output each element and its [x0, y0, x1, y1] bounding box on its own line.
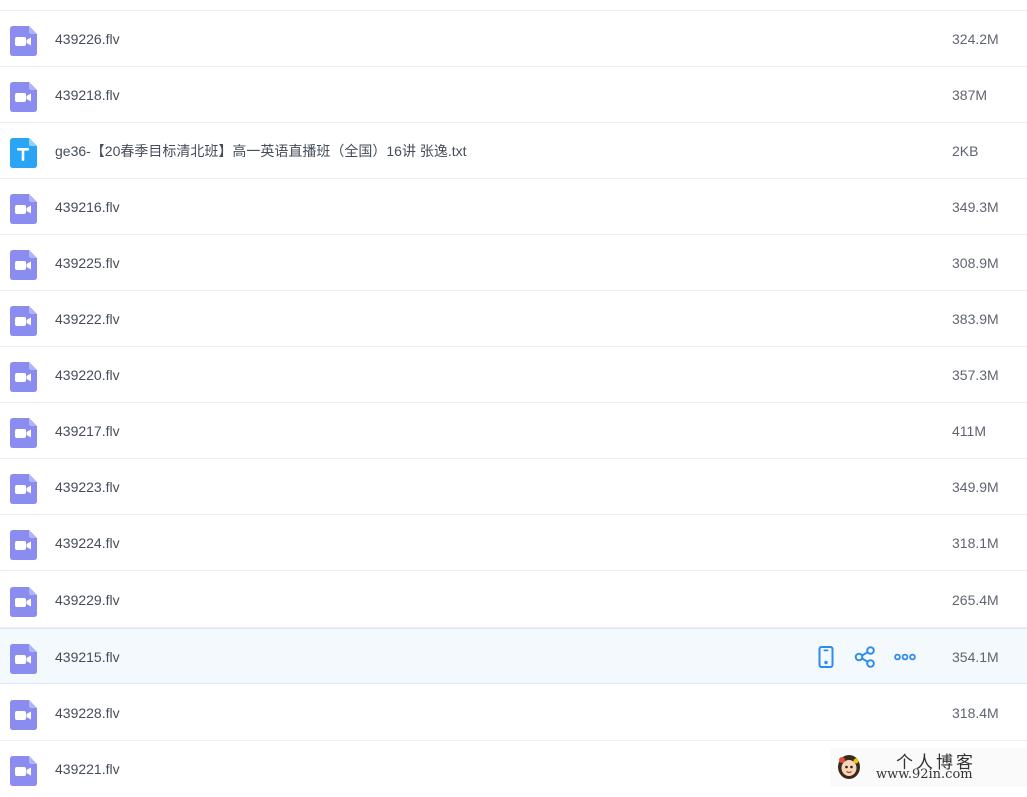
- file-size: 354.1M: [952, 649, 999, 665]
- file-size: 411M: [952, 423, 986, 439]
- watermark: 个人博客 www.92in.com: [830, 748, 1027, 787]
- file-list: 439226.flv 324.2M 439218.flv 387M ge36-【…: [0, 0, 1027, 787]
- file-row[interactable]: 439224.flv 318.1M: [0, 515, 1027, 571]
- file-name[interactable]: 439216.flv: [55, 179, 120, 235]
- file-row[interactable]: 439225.flv 308.9M: [0, 235, 1027, 291]
- file-size: 357.3M: [952, 367, 999, 383]
- video-file-icon: [10, 82, 37, 112]
- file-size: 318.4M: [952, 705, 999, 721]
- file-size: 318.1M: [952, 535, 999, 551]
- file-name[interactable]: 439226.flv: [55, 11, 120, 67]
- file-name[interactable]: 439220.flv: [55, 347, 120, 403]
- file-row[interactable]: 439220.flv 357.3M: [0, 347, 1027, 403]
- file-row[interactable]: 439217.flv 411M: [0, 403, 1027, 459]
- file-row[interactable]: 439218.flv 387M: [0, 67, 1027, 123]
- file-size: 265.4M: [952, 592, 999, 608]
- file-name[interactable]: 439221.flv: [55, 741, 120, 797]
- file-name[interactable]: 439225.flv: [55, 235, 120, 291]
- video-file-icon: [10, 418, 37, 448]
- phone-icon[interactable]: [814, 646, 838, 668]
- file-row[interactable]: 439222.flv 383.9M: [0, 291, 1027, 347]
- watermark-url: www.92in.com: [876, 767, 973, 782]
- file-size: 324.2M: [952, 31, 999, 47]
- file-name[interactable]: 439215.flv: [55, 629, 120, 685]
- video-file-icon: [10, 194, 37, 224]
- video-file-icon: [10, 306, 37, 336]
- text-file-icon: [10, 138, 37, 168]
- file-name[interactable]: 439218.flv: [55, 67, 120, 123]
- video-file-icon: [10, 644, 37, 674]
- file-row[interactable]: 439229.flv 265.4M: [0, 572, 1027, 628]
- file-row[interactable]: 439216.flv 349.3M: [0, 179, 1027, 235]
- video-file-icon: [10, 26, 37, 56]
- video-file-icon: [10, 530, 37, 560]
- file-name[interactable]: 439229.flv: [55, 572, 120, 628]
- file-size: 349.9M: [952, 479, 999, 495]
- share-icon[interactable]: [853, 646, 877, 668]
- file-size: 383.9M: [952, 311, 999, 327]
- file-name[interactable]: 439217.flv: [55, 403, 120, 459]
- more-icon[interactable]: [893, 646, 917, 668]
- file-name[interactable]: 439222.flv: [55, 291, 120, 347]
- file-size: 387M: [952, 87, 988, 103]
- file-row-hovered[interactable]: 439215.flv 354.1M: [0, 628, 1027, 684]
- avatar-icon: [836, 752, 862, 780]
- video-file-icon: [10, 362, 37, 392]
- file-row[interactable]: ge36-【20春季目标清北班】高一英语直播班（全国）16讲 张逸.txt 2K…: [0, 123, 1027, 179]
- file-name[interactable]: 439228.flv: [55, 685, 120, 741]
- file-row[interactable]: 439226.flv 324.2M: [0, 11, 1027, 67]
- video-file-icon: [10, 250, 37, 280]
- file-name[interactable]: 439224.flv: [55, 515, 120, 571]
- video-file-icon: [10, 474, 37, 504]
- file-name[interactable]: ge36-【20春季目标清北班】高一英语直播班（全国）16讲 张逸.txt: [55, 123, 467, 179]
- video-file-icon: [10, 587, 37, 617]
- file-row[interactable]: 439223.flv 349.9M: [0, 459, 1027, 515]
- file-size: 349.3M: [952, 199, 999, 215]
- video-file-icon: [10, 700, 37, 730]
- file-size: 2KB: [952, 143, 979, 159]
- file-row[interactable]: 439228.flv 318.4M: [0, 685, 1027, 741]
- file-size: 308.9M: [952, 255, 999, 271]
- file-name[interactable]: 439223.flv: [55, 459, 120, 515]
- video-file-icon: [10, 756, 37, 786]
